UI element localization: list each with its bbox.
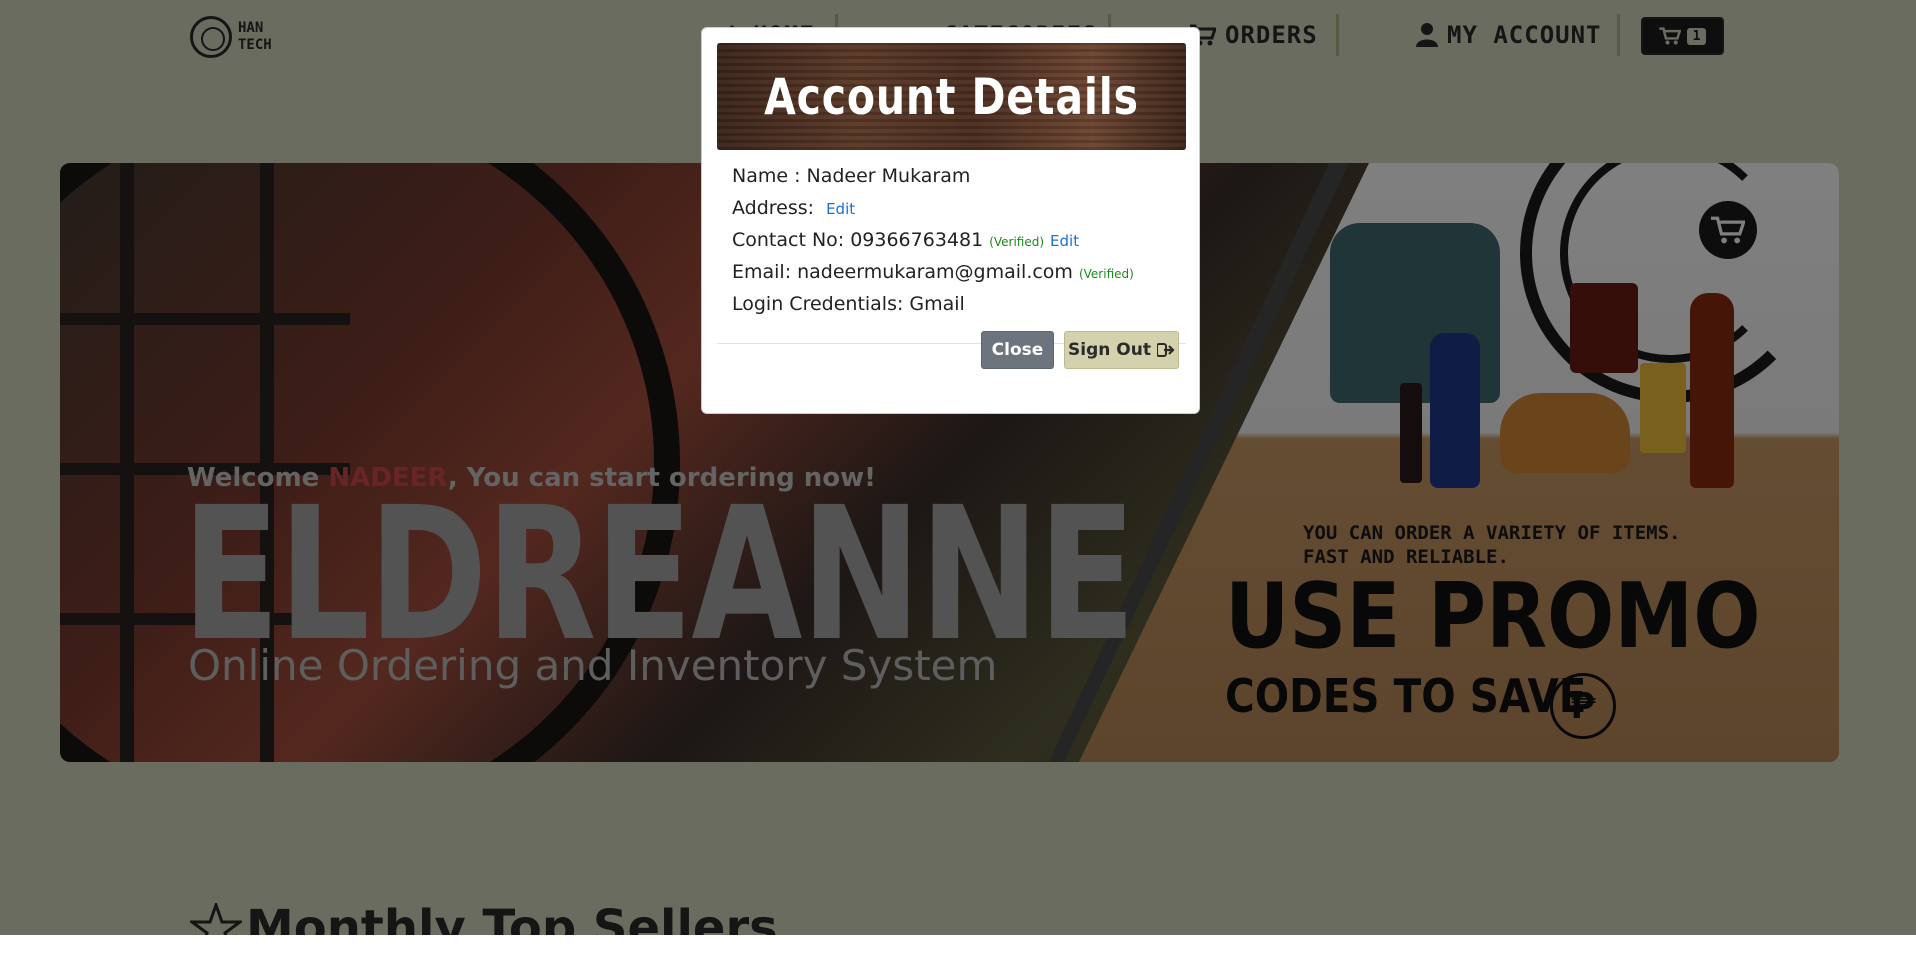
- email-row: Email: nadeermukaram@gmail.com (Verified…: [732, 261, 1172, 293]
- login-value: Gmail: [909, 293, 965, 315]
- sign-out-button[interactable]: Sign Out: [1064, 331, 1179, 369]
- email-verified-badge: (Verified): [1078, 267, 1134, 281]
- name-row: Name : Nadeer Mukaram: [732, 165, 1172, 197]
- close-button-label: Close: [991, 340, 1044, 360]
- sign-out-icon: [1156, 343, 1175, 357]
- sign-out-label: Sign Out: [1068, 340, 1151, 360]
- contact-edit-link[interactable]: Edit: [1050, 232, 1079, 250]
- login-label: Login Credentials:: [732, 293, 904, 315]
- close-button[interactable]: Close: [981, 331, 1054, 369]
- name-label: Name :: [732, 165, 801, 187]
- address-edit-link[interactable]: Edit: [826, 200, 855, 218]
- address-label: Address:: [732, 197, 815, 219]
- login-row: Login Credentials: Gmail: [732, 293, 1172, 325]
- modal-header: Account Details: [717, 43, 1186, 150]
- contact-value: 09366763481: [850, 229, 984, 251]
- email-value: nadeermukaram@gmail.com: [797, 261, 1073, 283]
- name-value: Nadeer Mukaram: [806, 165, 971, 187]
- contact-label: Contact No:: [732, 229, 845, 251]
- modal-body: Name : Nadeer Mukaram Address: Edit Cont…: [732, 165, 1172, 325]
- modal-title: Account Details: [764, 67, 1139, 126]
- contact-verified-badge: (Verified): [989, 235, 1045, 249]
- email-label: Email:: [732, 261, 792, 283]
- contact-row: Contact No: 09366763481 (Verified) Edit: [732, 229, 1172, 261]
- address-row: Address: Edit: [732, 197, 1172, 229]
